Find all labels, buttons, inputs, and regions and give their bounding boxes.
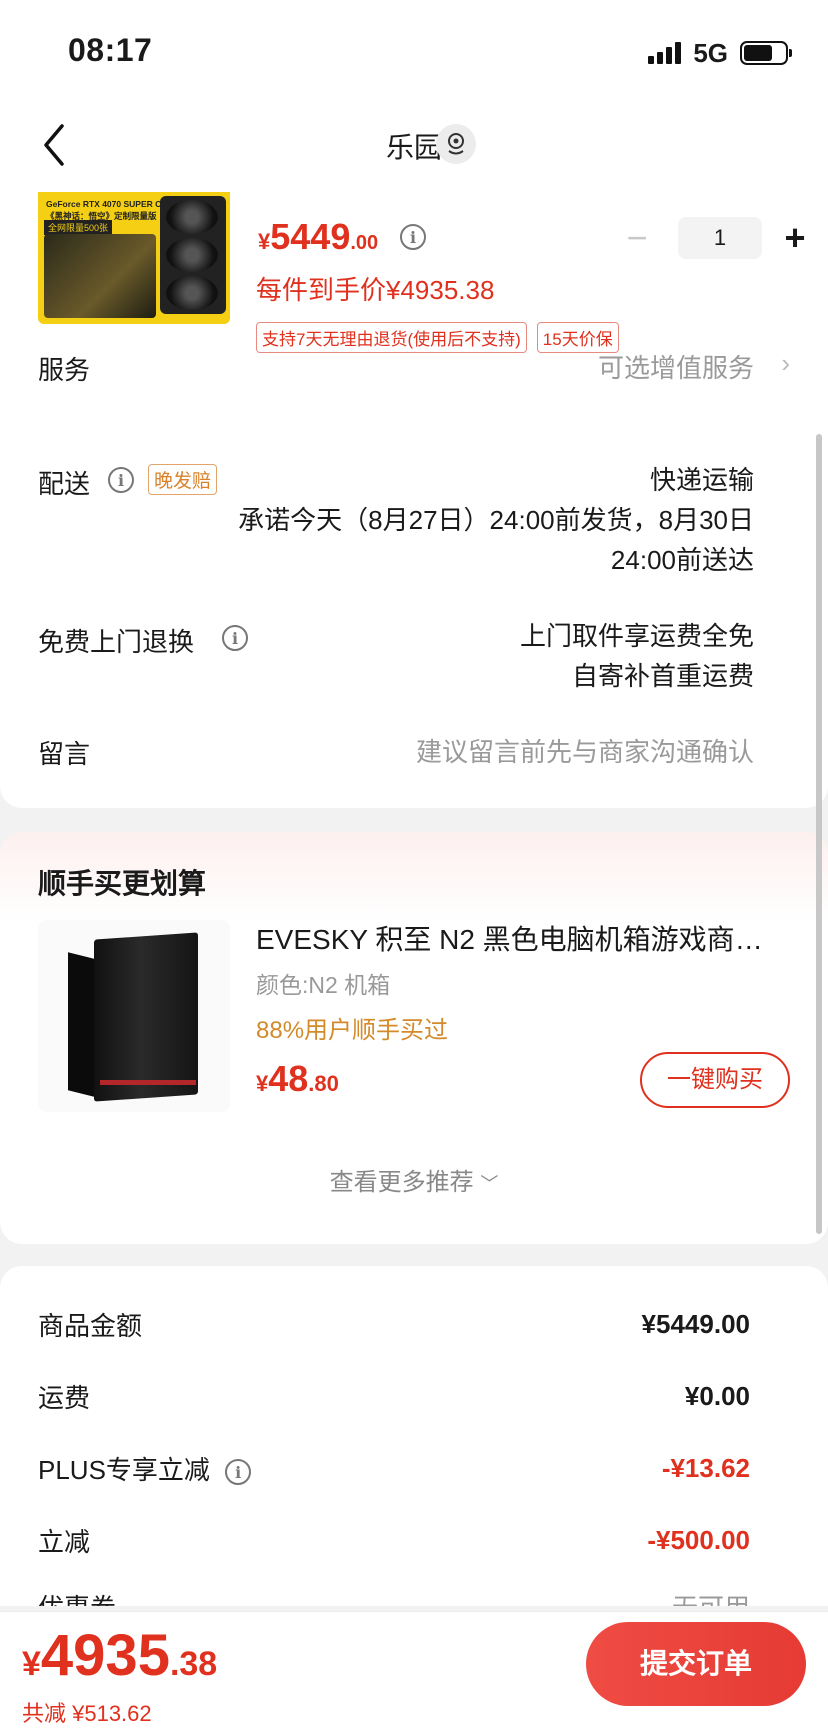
- product-image[interactable]: GeForce RTX 4070 SUPER OC 《黑神话：悟空》定制限量版 …: [38, 192, 230, 324]
- quantity-stepper: − 1 +: [620, 216, 812, 260]
- returns-info-icon[interactable]: i: [222, 625, 248, 651]
- location-button[interactable]: [436, 124, 476, 164]
- recommended-product-name[interactable]: EVESKY 积至 N2 黑色电脑机箱游戏商务办公台式机箱: [256, 918, 790, 958]
- product-image-caption: GeForce RTX 4070 SUPER OC 《黑神话：悟空》定制限量版: [46, 199, 168, 221]
- recommendation-title: 顺手买更划算: [38, 868, 207, 899]
- quantity-input[interactable]: 1: [678, 217, 762, 259]
- product-image-tag: 全网限量500张: [44, 220, 113, 235]
- order-details-card: GeForce RTX 4070 SUPER OC 《黑神话：悟空》定制限量版 …: [0, 192, 828, 808]
- submit-order-button[interactable]: 提交订单: [586, 1622, 806, 1706]
- coupon-row[interactable]: 优惠券 无可用: [38, 1588, 750, 1606]
- message-input[interactable]: 建议留言前先与商家沟通确认: [416, 732, 754, 772]
- recommended-product-image[interactable]: [38, 920, 230, 1112]
- chevron-down-icon: ﹀: [480, 1174, 499, 1194]
- nav-bar: 乐园: [0, 100, 828, 192]
- per-item-price: 每件到手价¥4935.38: [256, 275, 495, 305]
- location-pin-icon: [448, 133, 464, 155]
- one-click-buy-button[interactable]: 一键购买: [640, 1052, 790, 1108]
- returns-line1: 上门取件享运费全免: [519, 621, 754, 651]
- increase-quantity-button[interactable]: +: [778, 220, 812, 256]
- more-recommendations-link[interactable]: 查看更多推荐 ﹀: [0, 1162, 828, 1197]
- decrease-quantity-button[interactable]: −: [620, 220, 654, 256]
- total-price: ¥ 4935 .38: [22, 1623, 218, 1688]
- page-title: 乐园: [385, 132, 442, 163]
- message-label: 留言: [38, 739, 91, 769]
- plus-info-icon[interactable]: i: [225, 1459, 252, 1486]
- product-price: ¥ 5449 .00: [258, 216, 379, 257]
- delivery-promise-line1: 承诺今天（8月27日）24:00前发货，8月30日: [238, 505, 754, 535]
- status-time: 08:17: [68, 32, 153, 68]
- shipping-row: 运费 ¥0.00: [38, 1381, 750, 1413]
- product-artwork: [44, 234, 156, 318]
- product-tags: 支持7天无理由退货(使用后不支持) 15天价保: [256, 322, 619, 353]
- signal-icon: [648, 42, 682, 64]
- total-saved: 共减 ¥513.62: [22, 1701, 152, 1726]
- late-compensation-badge: 晚发赔: [148, 464, 218, 495]
- nav-title-wrap: 乐园: [0, 126, 828, 166]
- price-summary-card: 商品金额 ¥5449.00 运费 ¥0.00 PLUS专享立减 i -¥13.6…: [0, 1266, 828, 1606]
- status-bar: 08:17 5G: [0, 0, 828, 100]
- recommended-product-spec: 颜色:N2 机箱: [256, 972, 391, 998]
- return-policy-tag: 支持7天无理由退货(使用后不支持): [256, 322, 527, 353]
- chevron-right-icon: ›: [781, 348, 790, 378]
- service-label: 服务: [38, 355, 91, 385]
- delivery-info-icon[interactable]: i: [108, 467, 134, 493]
- delivery-method: 快递运输: [649, 465, 754, 495]
- scrollbar[interactable]: [816, 434, 822, 1234]
- service-value[interactable]: 可选增值服务: [598, 348, 754, 388]
- gpu-card-graphic: [160, 196, 226, 314]
- status-indicators: 5G: [648, 37, 792, 68]
- delivery-label: 配送: [38, 469, 91, 499]
- battery-icon: [740, 41, 792, 65]
- recommended-product-price: ¥ 48 .80: [256, 1058, 339, 1099]
- network-type: 5G: [693, 37, 728, 68]
- goods-amount-row: 商品金额 ¥5449.00: [38, 1309, 750, 1341]
- returns-label: 免费上门退换: [38, 627, 195, 657]
- plus-discount-row: PLUS专享立减 i -¥13.62: [38, 1453, 750, 1486]
- delivery-promise-line2: 24:00前送达: [610, 545, 754, 575]
- recommended-product-bought: 88%用户顺手买过: [256, 1017, 449, 1044]
- instant-discount-row: 立减 -¥500.00: [38, 1525, 750, 1557]
- returns-line2: 自寄补首重运费: [571, 661, 754, 691]
- recommendation-card: 顺手买更划算 EVESKY 积至 N2 黑色电脑机箱游戏商务办公台式机箱 颜色:…: [0, 832, 828, 1244]
- bottom-bar: ¥ 4935 .38 共减 ¥513.62 提交订单: [0, 1612, 828, 1736]
- price-info-icon[interactable]: i: [400, 224, 426, 250]
